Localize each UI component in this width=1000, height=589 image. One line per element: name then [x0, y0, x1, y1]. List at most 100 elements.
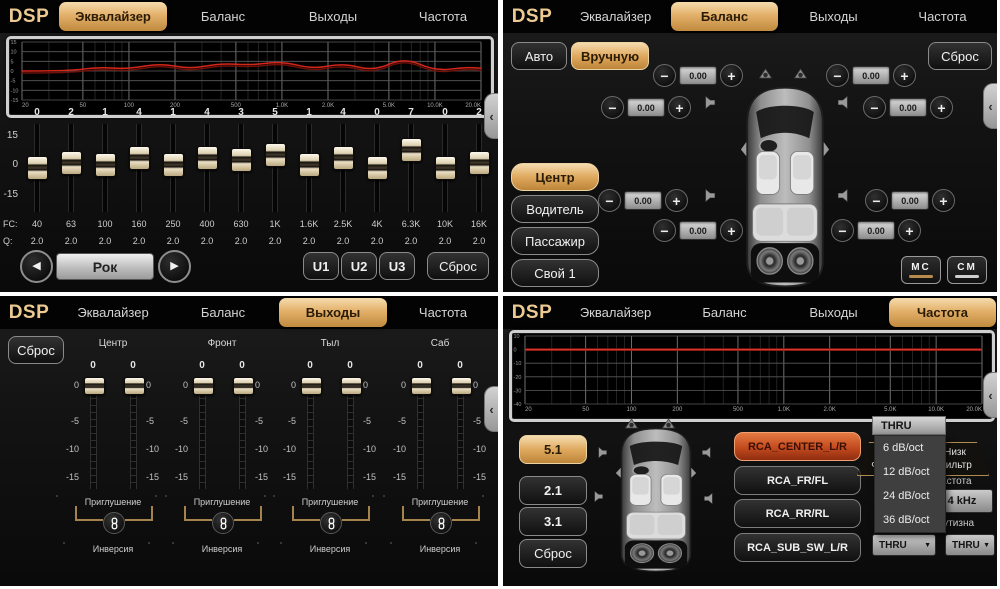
balance-manual-button[interactable]: Вручную [571, 42, 649, 70]
outputs-reset-button[interactable]: Сброс [8, 336, 64, 364]
slope-option-24[interactable]: 24 dB/oct [875, 484, 945, 508]
output-slider-knob[interactable] [233, 377, 254, 395]
invert-left-button[interactable] [63, 542, 65, 544]
sub-right-minus-button[interactable]: − [831, 219, 854, 242]
eq-band-slider-knob[interactable] [27, 156, 48, 180]
side-drawer-handle[interactable]: ‹ [983, 372, 997, 418]
tab-outputs[interactable]: Выходы [279, 2, 387, 31]
eq-band-slider-knob[interactable] [401, 138, 422, 162]
crossover-reset-button[interactable]: Сброс [519, 539, 587, 568]
invert-left-button[interactable] [390, 542, 392, 544]
balance-reset-button[interactable]: Сброс [928, 42, 992, 70]
tab-frequency[interactable]: Частота [389, 298, 497, 327]
hpf-slope-select[interactable]: THRU▼ [872, 534, 936, 556]
eq-band-slider-knob[interactable] [265, 143, 286, 167]
front-door-left-minus-button[interactable]: − [601, 96, 624, 119]
memory-button-u3[interactable]: U3 [379, 252, 415, 280]
mute-left-button[interactable] [165, 495, 167, 497]
memory-button-u1[interactable]: U1 [303, 252, 339, 280]
mc-mode-button[interactable]: MC [901, 256, 941, 284]
slope-dropdown-selected[interactable]: THRU [872, 416, 946, 435]
eq-band-slider-knob[interactable] [231, 148, 252, 172]
preset-next-button[interactable]: ▶ [158, 250, 191, 283]
rca-front-button[interactable]: RCA_FR/FL [734, 466, 861, 495]
rca-center-button[interactable]: RCA_CENTER_L/R [734, 432, 861, 461]
tab-outputs[interactable]: Выходы [279, 298, 387, 327]
front-tweeter-left-minus-button[interactable]: − [653, 64, 676, 87]
mute-left-button[interactable] [56, 495, 58, 497]
lpf-slope-select[interactable]: THRU▼ [945, 534, 995, 556]
tab-balance[interactable]: Баланс [169, 298, 277, 327]
output-slider-knob[interactable] [193, 377, 214, 395]
tab-equalizer[interactable]: Эквалайзер [562, 2, 669, 31]
output-slider-knob[interactable] [84, 377, 105, 395]
eq-band-slider-knob[interactable] [299, 153, 320, 177]
eq-band-slider-knob[interactable] [95, 153, 116, 177]
rca-sub-button[interactable]: RCA_SUB_SW_L/R [734, 533, 861, 562]
position-button-2[interactable]: Пассажир [511, 227, 599, 255]
output-slider-knob[interactable] [124, 377, 145, 395]
mute-right-button[interactable] [482, 495, 484, 497]
config-button-3-1[interactable]: 3.1 [519, 507, 587, 536]
mute-left-button[interactable] [273, 495, 275, 497]
channel-link-button[interactable] [430, 512, 452, 534]
channel-link-button[interactable] [320, 512, 342, 534]
side-drawer-handle[interactable]: ‹ [484, 386, 498, 432]
rca-rear-button[interactable]: RCA_RR/RL [734, 499, 861, 528]
side-drawer-handle[interactable]: ‹ [983, 83, 997, 129]
output-slider-knob[interactable] [411, 377, 432, 395]
tab-frequency[interactable]: Частота [889, 298, 996, 327]
output-slider-knob[interactable] [301, 377, 322, 395]
config-button-5-1[interactable]: 5.1 [519, 435, 587, 464]
sub-right-plus-button[interactable]: + [898, 219, 921, 242]
slope-option-6[interactable]: 6 dB/oct [875, 436, 945, 460]
channel-link-button[interactable] [103, 512, 125, 534]
rear-left-minus-button[interactable]: − [598, 189, 621, 212]
position-button-0[interactable]: Центр [511, 163, 599, 191]
mute-right-button[interactable] [372, 495, 374, 497]
tab-equalizer[interactable]: Эквалайзер [59, 2, 167, 31]
tab-balance[interactable]: Баланс [671, 298, 778, 327]
side-drawer-handle[interactable]: ‹ [484, 93, 498, 139]
front-door-right-minus-button[interactable]: − [863, 96, 886, 119]
rear-right-plus-button[interactable]: + [932, 189, 955, 212]
tab-outputs[interactable]: Выходы [780, 298, 887, 327]
eq-band-slider-knob[interactable] [469, 151, 490, 175]
memory-button-u2[interactable]: U2 [341, 252, 377, 280]
tab-frequency[interactable]: Частота [889, 2, 996, 31]
tab-balance[interactable]: Баланс [169, 2, 277, 31]
sub-left-minus-button[interactable]: − [653, 219, 676, 242]
mute-left-button[interactable] [383, 495, 385, 497]
tab-equalizer[interactable]: Эквалайзер [562, 298, 669, 327]
config-button-2-1[interactable]: 2.1 [519, 476, 587, 505]
mute-right-button[interactable] [264, 495, 266, 497]
eq-band-slider-knob[interactable] [367, 156, 388, 180]
balance-auto-button[interactable]: Авто [511, 42, 567, 70]
sub-left-plus-button[interactable]: + [720, 219, 743, 242]
preset-prev-button[interactable]: ◀ [20, 250, 53, 283]
slope-option-36[interactable]: 36 dB/oct [875, 508, 945, 532]
front-tweeter-right-minus-button[interactable]: − [826, 64, 849, 87]
front-door-left-plus-button[interactable]: + [668, 96, 691, 119]
mute-right-button[interactable] [155, 495, 157, 497]
slope-option-12[interactable]: 12 dB/oct [875, 460, 945, 484]
front-door-right-plus-button[interactable]: + [930, 96, 953, 119]
invert-left-button[interactable] [280, 542, 282, 544]
output-slider-knob[interactable] [341, 377, 362, 395]
eq-band-slider-knob[interactable] [333, 146, 354, 170]
tab-balance[interactable]: Баланс [671, 2, 778, 31]
eq-reset-button[interactable]: Сброс [427, 252, 489, 280]
eq-band-slider-knob[interactable] [129, 146, 150, 170]
tab-frequency[interactable]: Частота [389, 2, 497, 31]
front-tweeter-right-plus-button[interactable]: + [893, 64, 916, 87]
eq-band-slider-knob[interactable] [163, 153, 184, 177]
tab-equalizer[interactable]: Эквалайзер [59, 298, 167, 327]
invert-left-button[interactable] [172, 542, 174, 544]
eq-band-slider-knob[interactable] [197, 146, 218, 170]
channel-link-button[interactable] [212, 512, 234, 534]
position-button-1[interactable]: Водитель [511, 195, 599, 223]
tab-outputs[interactable]: Выходы [780, 2, 887, 31]
cm-mode-button[interactable]: CM [947, 256, 987, 284]
output-slider-knob[interactable] [451, 377, 472, 395]
eq-band-slider-track[interactable] [273, 124, 277, 212]
